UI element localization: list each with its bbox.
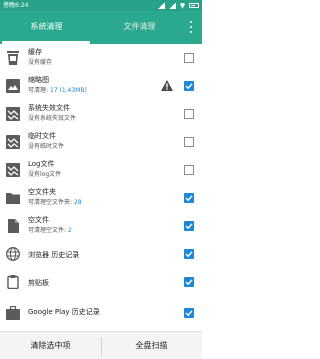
item-title: 空文件 (28, 216, 49, 224)
item-title: 临时文件 (28, 132, 56, 140)
list-item-system-invalid-files[interactable]: 系统失效文件 没有系统失效文件 (0, 100, 202, 128)
item-title: 浏览器 历史记录 (28, 251, 80, 259)
item-checkbox[interactable] (184, 308, 194, 318)
item-subtitle: 没有log文件 (28, 171, 62, 178)
tab-file-clean[interactable]: 文件清理 (93, 11, 186, 44)
item-title: 缓存 (28, 48, 42, 56)
broken-image-icon (6, 135, 20, 149)
list-item-empty-files[interactable]: 空文件 可清理空文件: 2 (0, 212, 202, 240)
briefcase-icon (6, 306, 20, 320)
item-subtitle: 可清理: 17 (1.43MB) (28, 87, 87, 94)
item-title: 缩略图 (28, 76, 49, 84)
item-subtitle: 没有临时文件 (28, 143, 65, 150)
list-item-temp-files[interactable]: 临时文件 没有临时文件 (0, 128, 202, 156)
list-item-browser-history[interactable]: 浏览器 历史记录 (0, 240, 202, 268)
item-subtitle: 可清理空文件: 2 (28, 227, 72, 234)
wifi-icon (179, 2, 186, 9)
battery-icon (189, 3, 199, 8)
broken-image-icon (6, 163, 20, 177)
signal-icon (168, 2, 176, 9)
item-checkbox[interactable] (184, 221, 194, 231)
item-checkbox[interactable] (184, 249, 194, 259)
signal-icon (157, 2, 165, 9)
warning-icon[interactable] (161, 80, 173, 91)
item-title: 空文件夹 (28, 188, 56, 196)
status-time: 傍晚6:24 (3, 2, 29, 9)
item-checkbox[interactable] (184, 277, 194, 287)
item-checkbox[interactable] (184, 165, 194, 175)
clear-selected-button[interactable]: 清除选中项 (0, 332, 101, 359)
list-item-log-files[interactable]: Log文件 没有log文件 (0, 156, 202, 184)
overflow-menu-icon[interactable] (184, 20, 198, 34)
item-title: 系统失效文件 (28, 104, 70, 112)
item-subtitle: 可清理空文件夹: 28 (28, 199, 82, 206)
list-item-thumbnails[interactable]: 缩略图 可清理: 17 (1.43MB) (0, 72, 202, 100)
broken-image-icon (6, 107, 20, 121)
item-checkbox[interactable] (184, 81, 194, 91)
list-item-empty-folders[interactable]: 空文件夹 可清理空文件夹: 28 (0, 184, 202, 212)
list-item-cache[interactable]: 缓存 没有缓存 (0, 44, 202, 72)
clipboard-icon (7, 275, 19, 289)
item-checkbox[interactable] (184, 193, 194, 203)
item-title: Google Play 历史记录 (28, 308, 100, 316)
tab-bar: 系统清理 文件清理 (0, 11, 202, 44)
item-subtitle: 没有系统失效文件 (28, 115, 77, 122)
item-subtitle: 没有缓存 (28, 59, 53, 66)
list-item-clipboard[interactable]: 剪贴板 (0, 268, 202, 296)
full-scan-button[interactable]: 全盘扫描 (101, 332, 202, 359)
status-icons (157, 2, 199, 9)
item-title: 剪贴板 (28, 279, 49, 287)
item-checkbox[interactable] (184, 137, 194, 147)
status-bar: 傍晚6:24 (0, 0, 202, 11)
item-title: Log文件 (28, 160, 55, 168)
list-item-google-play-history[interactable]: Google Play 历史记录 (0, 296, 202, 331)
bottom-action-bar: 清除选中项 全盘扫描 (0, 331, 202, 359)
tab-system-clean[interactable]: 系统清理 (0, 11, 93, 44)
folder-icon (6, 193, 20, 204)
item-checkbox[interactable] (184, 53, 194, 63)
file-icon (8, 219, 19, 233)
trash-icon (7, 51, 19, 65)
image-icon (6, 79, 20, 93)
globe-icon (6, 247, 20, 261)
item-checkbox[interactable] (184, 109, 194, 119)
